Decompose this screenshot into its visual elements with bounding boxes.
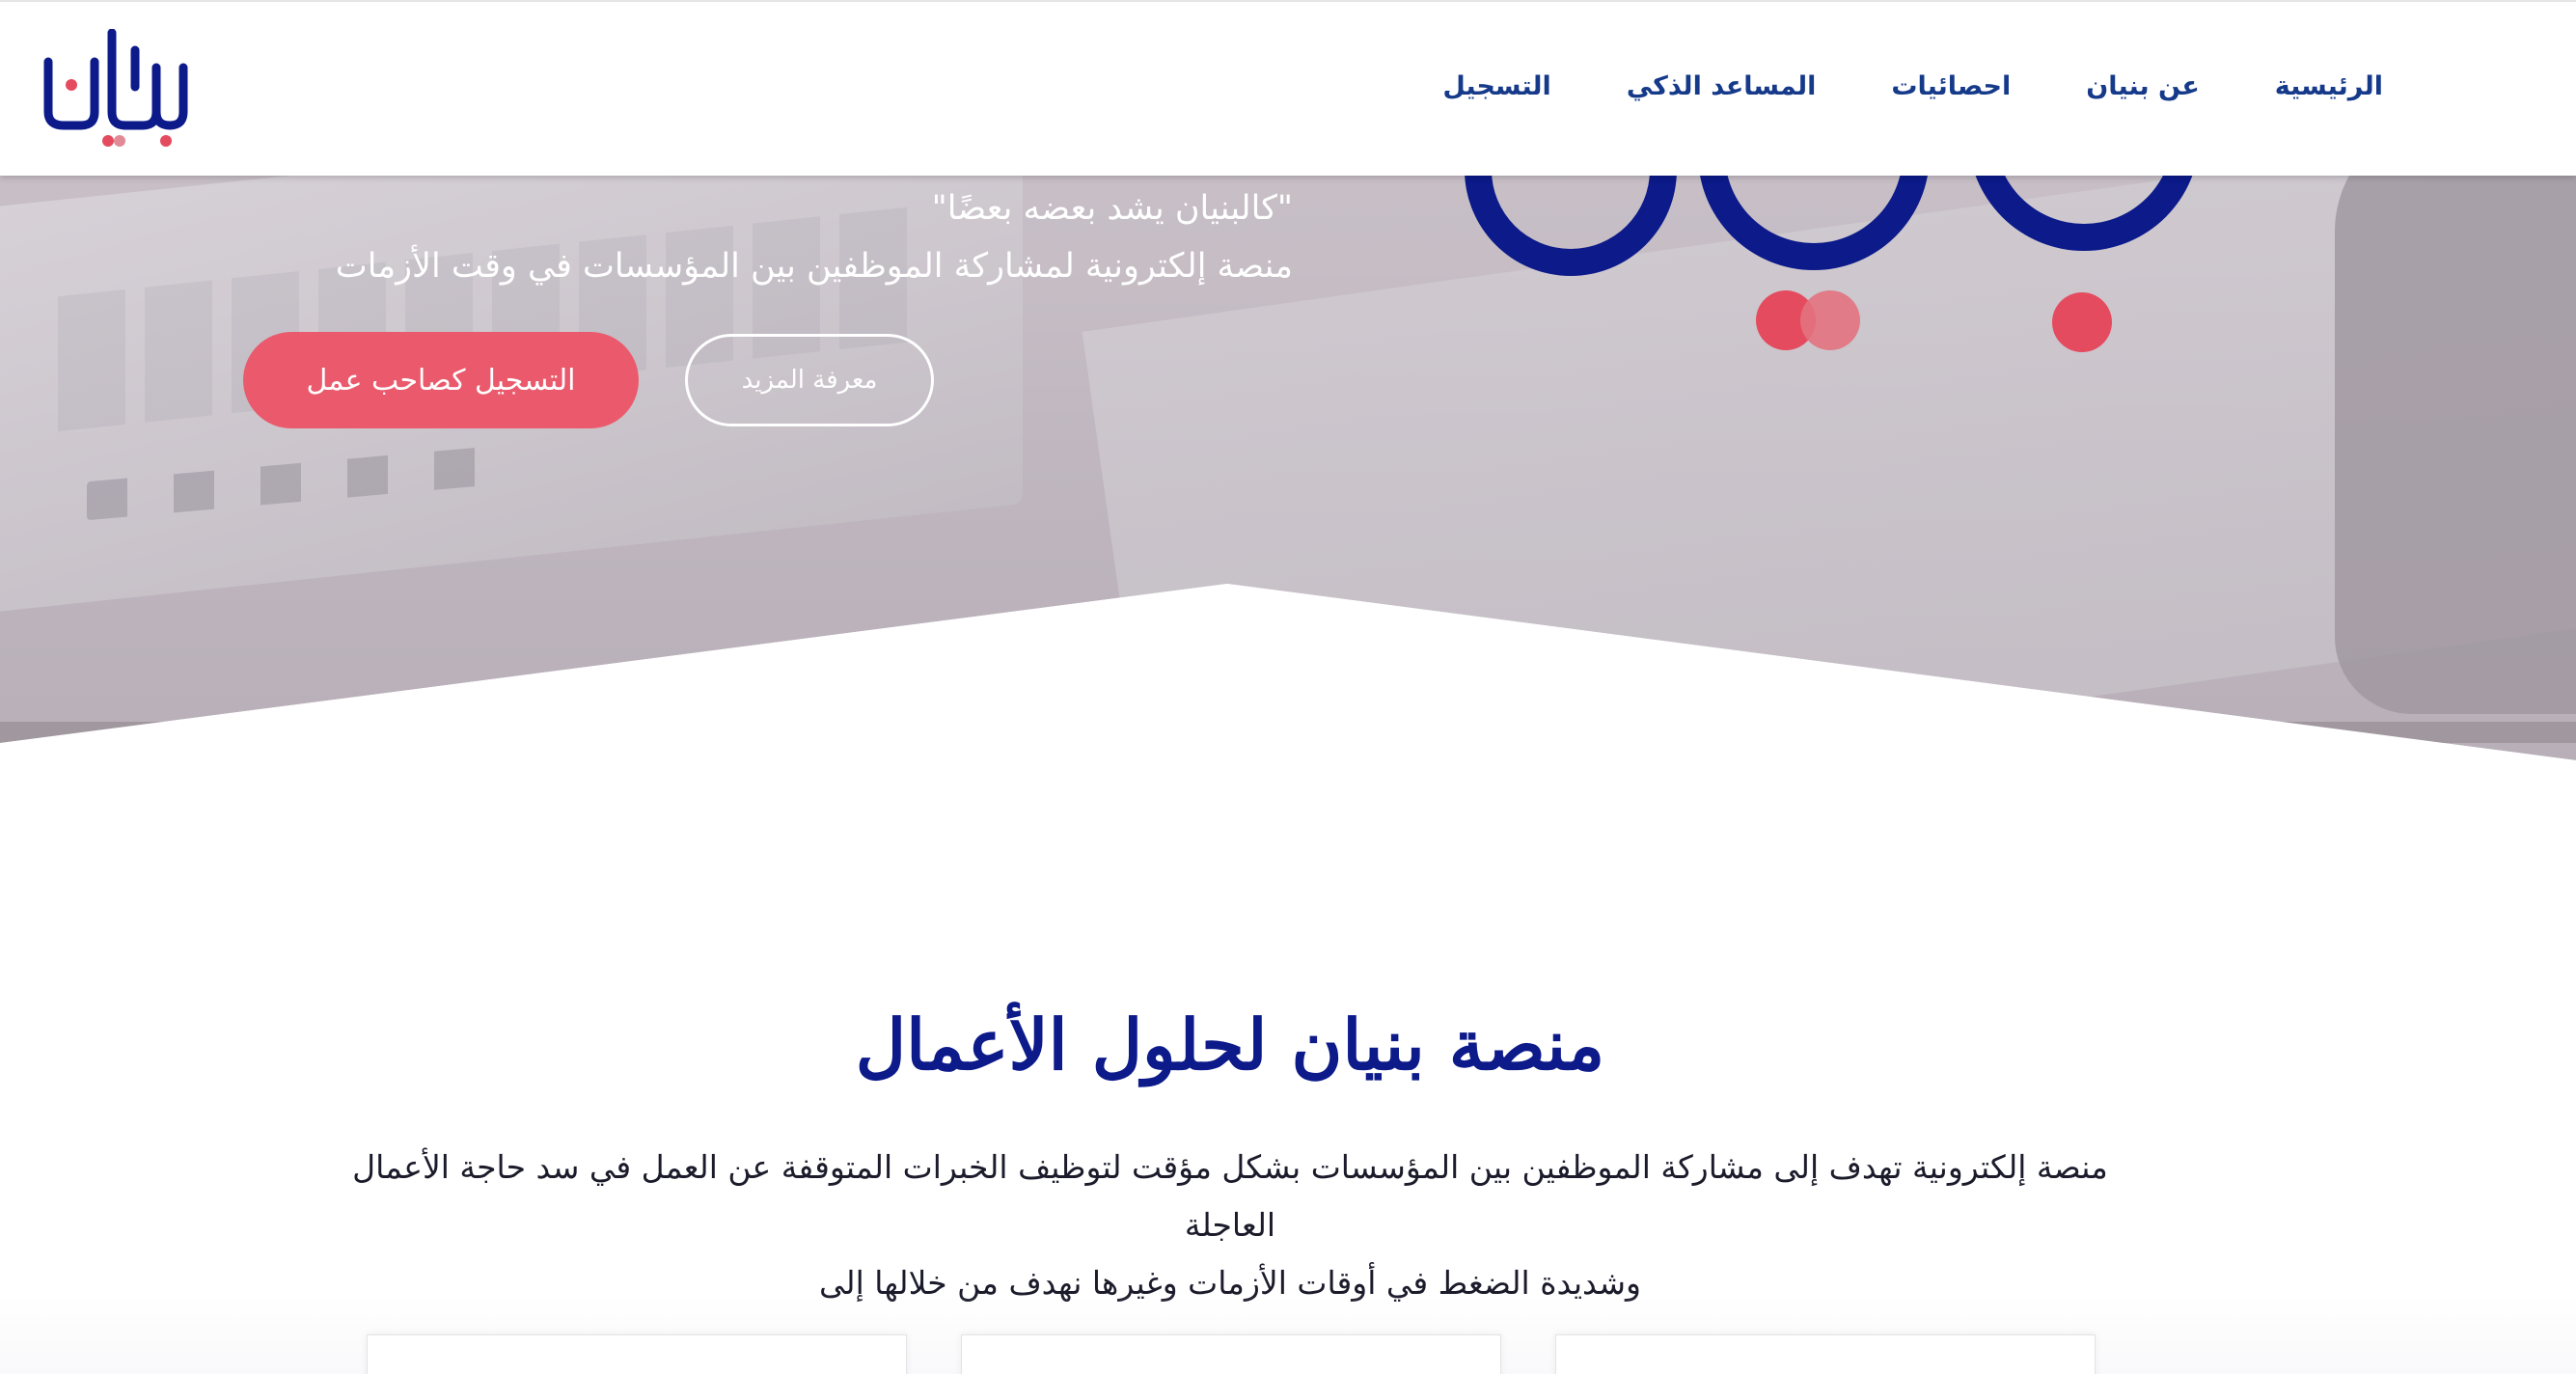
main-nav: الرئيسية عن بنيان احصائيات المساعد الذكي… bbox=[1442, 71, 2383, 101]
hero-logo-dot bbox=[1800, 290, 1860, 350]
bunyan-logo[interactable] bbox=[42, 29, 193, 151]
feature-card bbox=[1555, 1334, 2096, 1374]
learn-more-button[interactable]: معرفة المزيد bbox=[685, 334, 934, 426]
section-title: منصة بنيان لحلول الأعمال bbox=[855, 1003, 1605, 1085]
nav-home[interactable]: الرئيسية bbox=[2275, 71, 2383, 101]
nav-registration[interactable]: التسجيل bbox=[1442, 71, 1550, 101]
top-navbar: الرئيسية عن بنيان احصائيات المساعد الذكي… bbox=[0, 0, 2576, 176]
section-description-line: منصة إلكترونية تهدف إلى مشاركة الموظفين … bbox=[352, 1148, 2108, 1244]
hero-quote: "كالبنيان يشد بعضه بعضًا" bbox=[931, 189, 1293, 228]
feature-card bbox=[367, 1334, 907, 1374]
nav-about[interactable]: عن بنيان bbox=[2086, 71, 2200, 101]
nav-smart-assistant[interactable]: المساعد الذكي bbox=[1627, 71, 1817, 101]
register-employer-button[interactable]: التسجيل كصاحب عمل bbox=[243, 332, 639, 428]
nav-statistics[interactable]: احصائيات bbox=[1891, 71, 2011, 101]
feature-card bbox=[961, 1334, 1501, 1374]
hand-background-image bbox=[2335, 116, 2576, 714]
hero-logo-dot bbox=[2052, 292, 2112, 352]
hero-subtitle: منصة إلكترونية لمشاركة الموظفين بين المؤ… bbox=[335, 247, 1293, 286]
section-description: منصة إلكترونية تهدف إلى مشاركة الموظفين … bbox=[347, 1139, 2113, 1312]
